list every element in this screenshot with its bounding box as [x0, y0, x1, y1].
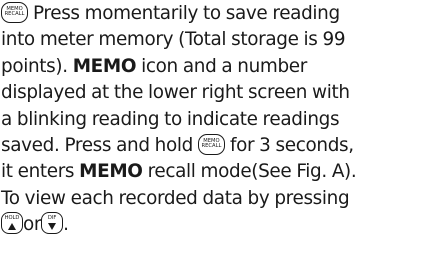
memo-recall-button-icon: MEMO RECALL — [197, 134, 225, 155]
memo-bold-term: MEMO — [79, 161, 143, 183]
text-line-8: To view each recorded data by pressing — [1, 187, 350, 209]
text-line-9: HOLD or DIF. — [1, 212, 69, 238]
line1-text: Press momentarily to save reading — [33, 3, 340, 24]
memo-bold-term: MEMO — [72, 55, 137, 77]
text-line-3: points). MEMO icon and a number — [1, 55, 307, 77]
text-line-6: saved. Press and hold MEMO RECALL for 3 s… — [1, 134, 354, 156]
up-arrow-icon — [8, 222, 16, 230]
text-line-5: a blinking reading to indicate readings — [1, 108, 340, 130]
text-line-7: it enters MEMO recall mode(See Fig. A). — [1, 161, 357, 183]
text-line-1: MEMO RECALL Press momentarily to save rea… — [1, 1, 340, 27]
text-line-2: into meter memory (Total storage is 99 — [1, 29, 346, 51]
hold-up-button-icon: HOLD — [1, 212, 23, 235]
memo-recall-button-icon: MEMO RECALL — [1, 2, 28, 23]
text-line-4: displayed at the lower right screen with — [1, 82, 350, 104]
dif-down-button-icon: DIF — [41, 212, 64, 235]
down-arrow-icon — [48, 223, 57, 231]
instruction-paragraph: MEMO RECALL Press momentarily to save rea… — [0, 0, 423, 263]
